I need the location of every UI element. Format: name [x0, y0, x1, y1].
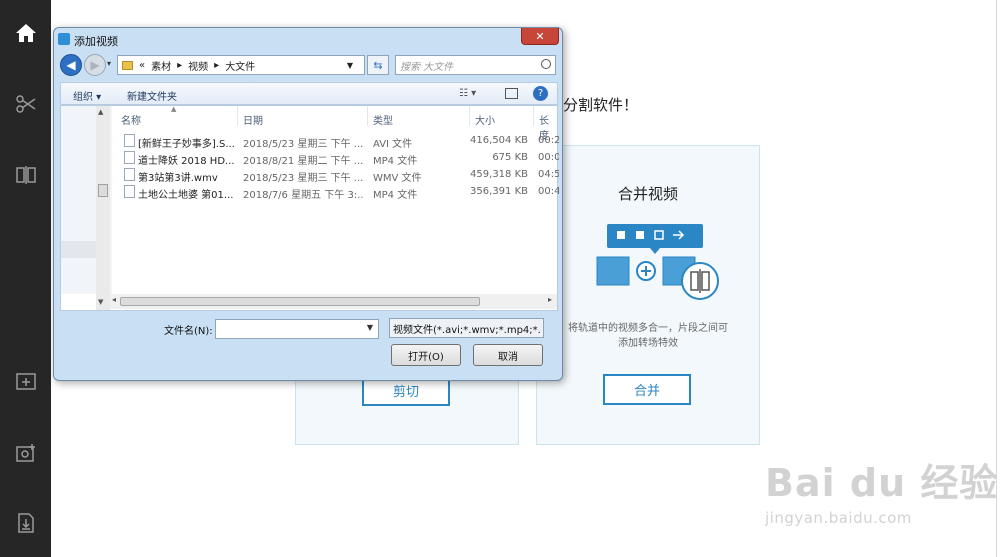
file-size: 675 KB	[492, 152, 528, 163]
address-bar[interactable]: « 素材 ▸ 视频 ▸ 大文件 ▼	[117, 55, 365, 75]
dialog-app-icon	[58, 33, 70, 45]
file-row[interactable]: 土地公土地婆 第01... 2018/7/6 星期五 下午 3:... MP4 …	[124, 184, 559, 201]
vertical-scrollbar[interactable]: ▲ ▼	[96, 106, 110, 310]
breadcrumb-3[interactable]: 视频	[188, 58, 208, 73]
app-sidebar	[0, 0, 51, 557]
home-icon[interactable]	[13, 20, 39, 46]
scroll-left-icon[interactable]: ◂	[112, 295, 116, 304]
file-length: 04:5	[538, 169, 559, 180]
column-size[interactable]: 大小	[475, 112, 495, 127]
column-divider	[469, 106, 470, 126]
file-row[interactable]: [新鲜王子妙事多].S... 2018/5/23 星期三 下午 ... AVI …	[124, 133, 559, 150]
file-size: 459,318 KB	[470, 169, 528, 180]
filetype-value: 视频文件(*.avi;*.wmv;*.mp4;*.	[393, 324, 541, 336]
scroll-right-icon[interactable]: ▸	[548, 295, 552, 304]
watermark-brand: Bai du 经验	[765, 461, 999, 505]
filename-input[interactable]: ▼	[215, 319, 379, 339]
column-divider	[533, 106, 534, 126]
close-button[interactable]: ✕	[521, 28, 559, 45]
file-row[interactable]: 第3站第3讲.wmv 2018/5/23 星期三 下午 ... WMV 文件 4…	[124, 167, 559, 184]
refresh-icon[interactable]: ⇆	[367, 55, 389, 75]
file-type: MP4 文件	[373, 190, 418, 201]
page-headline: 分割软件！	[563, 96, 639, 114]
settings-box-icon[interactable]	[13, 440, 39, 466]
tree-selected-item[interactable]	[61, 241, 96, 258]
merge-card-title: 合并视频	[617, 185, 678, 203]
file-date: 2018/5/23 星期三 下午 ...	[243, 139, 363, 150]
scroll-up-icon[interactable]: ▲	[98, 108, 103, 116]
address-dropdown-icon[interactable]: ▼	[347, 61, 353, 70]
file-length: 00:2	[538, 135, 559, 146]
file-date: 2018/8/21 星期二 下午 ...	[243, 156, 363, 167]
forward-arrow-icon[interactable]: ▶	[84, 54, 106, 76]
breadcrumb-5[interactable]: 大文件	[225, 58, 255, 73]
file-name: 道士降妖 2018 HD...	[138, 156, 235, 167]
add-folder-icon[interactable]	[13, 368, 39, 394]
preview-pane-icon[interactable]	[505, 88, 518, 99]
video-file-icon	[124, 185, 135, 198]
file-length: 00:0	[538, 152, 559, 163]
column-divider	[237, 106, 238, 126]
horizontal-scrollbar[interactable]: ◂ ▸	[110, 294, 557, 309]
column-type[interactable]: 类型	[373, 112, 393, 127]
organize-menu[interactable]: 组织 ▾	[73, 88, 101, 103]
file-type: MP4 文件	[373, 156, 418, 167]
column-name[interactable]: 名称	[121, 112, 141, 127]
watermark-url: jingyan.baidu.com	[765, 509, 912, 527]
back-arrow-icon[interactable]: ◀	[60, 54, 82, 76]
file-size: 356,391 KB	[470, 186, 528, 197]
vertical-scroll-thumb[interactable]	[98, 184, 108, 197]
video-file-icon	[124, 134, 135, 147]
open-button[interactable]: 打开(O)	[391, 344, 461, 366]
merge-illustration-icon	[595, 224, 723, 308]
view-options-icon[interactable]: ☷ ▾	[459, 88, 476, 99]
horizontal-scroll-thumb[interactable]	[120, 297, 480, 306]
file-size: 416,504 KB	[470, 135, 528, 146]
filename-label: 文件名(N):	[164, 326, 213, 337]
recent-dropdown-icon[interactable]: ▾	[107, 59, 111, 68]
scissors-icon[interactable]	[13, 91, 39, 117]
dialog-title: 添加视频	[74, 35, 118, 48]
folder-icon	[122, 60, 133, 70]
help-icon[interactable]: ?	[533, 86, 548, 101]
add-video-dialog: 添加视频 ✕ ◀ ▶ ▾ « 素材 ▸ 视频 ▸ 大文件 ▼ ⇆ 搜索 大文件 …	[53, 27, 563, 381]
file-name: 土地公土地婆 第01...	[138, 190, 234, 201]
search-icon	[541, 59, 551, 69]
column-date[interactable]: 日期	[243, 112, 263, 127]
file-name: 第3站第3讲.wmv	[138, 173, 218, 184]
search-input[interactable]: 搜索 大文件	[395, 55, 556, 75]
baidu-watermark: Bai du 经验 jingyan.baidu.com	[765, 452, 998, 527]
file-date: 2018/7/6 星期五 下午 3:...	[243, 190, 363, 201]
file-date: 2018/5/23 星期三 下午 ...	[243, 173, 363, 184]
scroll-down-icon[interactable]: ▼	[98, 298, 103, 306]
breadcrumb-0: «	[139, 59, 146, 71]
filename-dropdown-icon[interactable]: ▼	[367, 323, 373, 332]
file-length: 00:4	[538, 186, 559, 197]
filetype-select[interactable]: 视频文件(*.avi;*.wmv;*.mp4;*.	[389, 318, 544, 338]
merge-card-desc-2: 添加转场特效	[618, 338, 678, 349]
file-type: AVI 文件	[373, 139, 413, 150]
merge-button[interactable]: 合并	[603, 374, 691, 405]
breadcrumb-4: ▸	[214, 59, 220, 71]
dialog-toolbar: 组织 ▾ 新建文件夹 ☷ ▾ ?	[60, 82, 558, 105]
file-type: WMV 文件	[373, 173, 422, 184]
column-divider	[367, 106, 368, 126]
file-list-pane: ▲ ▼ 名称 ▲ 日期 类型 大小 长度 [新鲜王子妙事多].S... 2018…	[60, 105, 559, 311]
merge-card: 合并视频 将轨道中的视频多合一，片段之间可 添加转场特效 合并	[536, 145, 760, 445]
sort-indicator-icon: ▲	[171, 105, 177, 113]
new-folder-button[interactable]: 新建文件夹	[127, 88, 177, 103]
video-file-icon	[124, 168, 135, 181]
breadcrumb-1[interactable]: 素材	[151, 58, 171, 73]
breadcrumb-2: ▸	[177, 59, 183, 71]
file-name: [新鲜王子妙事多].S...	[138, 139, 235, 150]
export-icon[interactable]	[13, 510, 39, 536]
split-icon[interactable]	[13, 162, 39, 188]
merge-card-desc-1: 将轨道中的视频多合一，片段之间可	[568, 323, 728, 334]
video-file-icon	[124, 151, 135, 164]
file-row[interactable]: 道士降妖 2018 HD... 2018/8/21 星期二 下午 ... MP4…	[124, 150, 559, 167]
cancel-button[interactable]: 取消	[473, 344, 543, 366]
